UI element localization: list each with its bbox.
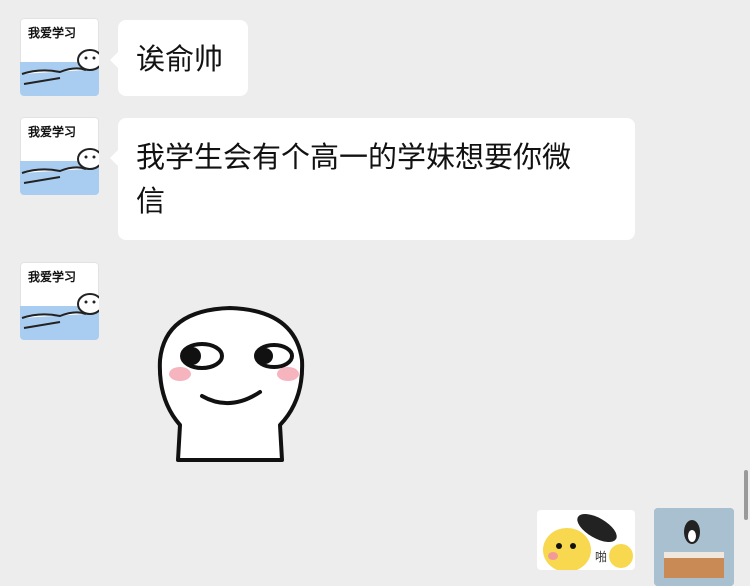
avatar-caption: 我爱学习 xyxy=(28,26,77,40)
avatar-caption: 我爱学习 xyxy=(28,270,77,284)
message-text-line: 信 xyxy=(136,184,166,218)
thumbnail-caption: 啪 xyxy=(595,550,608,564)
message-bubble[interactable]: 我学生会有个高一的学妹想要你微 信 xyxy=(110,118,635,240)
penguin-icon xyxy=(654,508,734,586)
scrollbar-thumb[interactable] xyxy=(744,470,748,520)
sender-avatar[interactable]: 我爱学习 xyxy=(20,262,99,340)
message-text: 诶俞帅 xyxy=(136,42,224,76)
penguin-bed-photo[interactable] xyxy=(654,508,734,586)
duck-pan-sticker[interactable]: 啪 xyxy=(537,510,635,570)
message-bubble[interactable]: 诶俞帅 xyxy=(110,20,248,96)
smirk-face-icon xyxy=(157,306,305,462)
avatar-caption: 我爱学习 xyxy=(28,125,77,139)
message-text-line: 我学生会有个高一的学妹想要你微 xyxy=(136,140,572,174)
sender-avatar[interactable]: 我爱学习 xyxy=(20,18,99,96)
smirk-face-sticker[interactable] xyxy=(150,300,310,470)
sender-avatar[interactable]: 我爱学习 xyxy=(20,117,99,195)
duck-pan-icon xyxy=(543,514,633,570)
